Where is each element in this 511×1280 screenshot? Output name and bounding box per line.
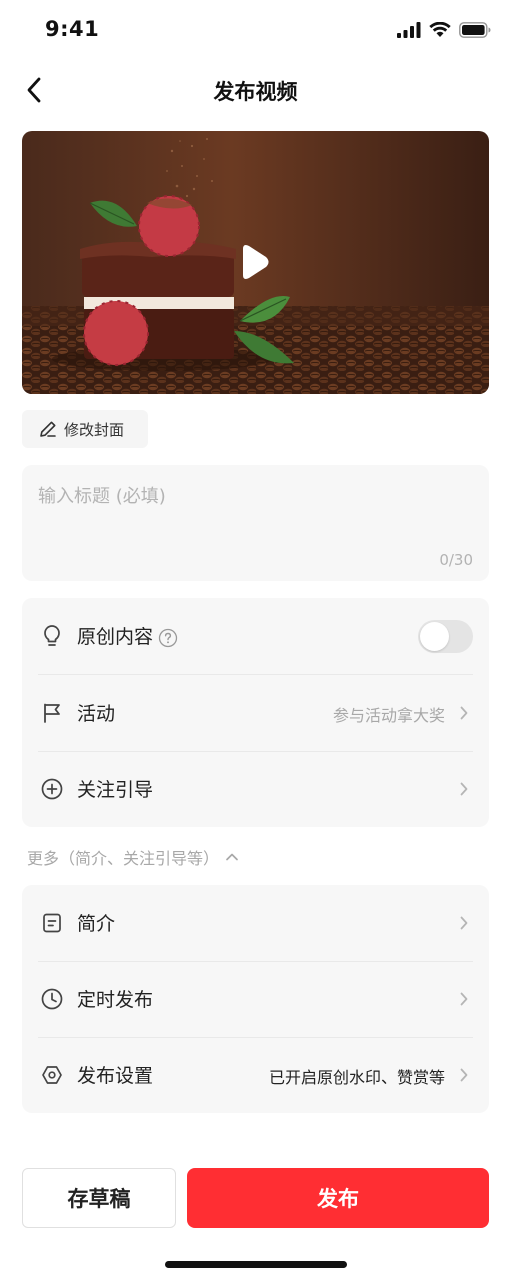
question-circle-icon[interactable] — [158, 628, 178, 648]
title-char-counter: 0/30 — [439, 551, 473, 569]
status-icons — [397, 22, 491, 38]
toggle-knob — [420, 622, 449, 651]
signal-icon — [397, 22, 421, 38]
row-original-content: 原创内容 — [22, 598, 489, 674]
battery-icon — [459, 22, 491, 38]
status-bar: 9:41 — [0, 0, 511, 60]
chevron-right-icon — [460, 782, 468, 796]
row-scheduled-publish[interactable]: 定时发布 — [22, 961, 489, 1037]
row-activity[interactable]: 活动 参与活动拿大奖 — [22, 675, 489, 751]
settings-hexagon-icon — [42, 1066, 62, 1084]
home-indicator — [165, 1261, 347, 1268]
note-icon — [43, 913, 61, 933]
settings-card-primary: 原创内容 活动 参与活动拿大奖 关注引导 — [22, 598, 489, 827]
original-content-text: 原创内容 — [77, 626, 154, 648]
more-options-toggle[interactable]: 更多（简介、关注引导等） — [27, 845, 239, 869]
video-cover[interactable] — [22, 131, 489, 394]
more-options-label: 更多（简介、关注引导等） — [27, 849, 220, 868]
chevron-right-icon — [460, 992, 468, 1006]
chevron-right-icon — [460, 706, 468, 720]
chevron-right-icon — [460, 916, 468, 930]
activity-value: 参与活动拿大奖 — [332, 706, 445, 725]
original-content-toggle[interactable] — [418, 620, 473, 653]
chevron-right-icon — [460, 1068, 468, 1082]
wifi-icon — [429, 22, 451, 37]
row-intro[interactable]: 简介 — [22, 885, 489, 961]
flag-icon — [44, 703, 60, 723]
status-time: 9:41 — [45, 17, 100, 41]
plus-circle-icon — [41, 778, 63, 800]
activity-label: 活动 — [77, 703, 116, 725]
page-title: 发布视频 — [213, 80, 298, 104]
scheduled-publish-label: 定时发布 — [77, 989, 154, 1011]
edit-cover-button[interactable]: 修改封面 — [22, 410, 148, 448]
row-publish-settings[interactable]: 发布设置 已开启原创水印、赞赏等 — [22, 1037, 489, 1113]
pencil-icon — [40, 421, 56, 437]
follow-guide-label: 关注引导 — [77, 779, 154, 801]
clock-icon — [41, 988, 63, 1010]
row-follow-guide[interactable]: 关注引导 — [22, 751, 489, 827]
original-content-label: 原创内容 — [77, 622, 178, 649]
publish-button[interactable]: 发布 — [187, 1168, 489, 1228]
chevron-up-icon — [226, 853, 238, 861]
publish-settings-value: 已开启原创水印、赞赏等 — [268, 1068, 445, 1087]
nav-bar: 发布视频 — [0, 64, 511, 116]
lightbulb-icon — [44, 625, 60, 646]
edit-cover-label: 修改封面 — [64, 420, 125, 439]
settings-card-more: 简介 定时发布 发布设置 已开启原创水印、赞赏等 — [22, 885, 489, 1113]
publish-settings-label: 发布设置 — [77, 1065, 154, 1087]
title-box: 0/30 — [22, 465, 489, 581]
intro-label: 简介 — [77, 913, 116, 935]
save-draft-button[interactable]: 存草稿 — [22, 1168, 176, 1228]
title-input[interactable] — [38, 481, 468, 511]
